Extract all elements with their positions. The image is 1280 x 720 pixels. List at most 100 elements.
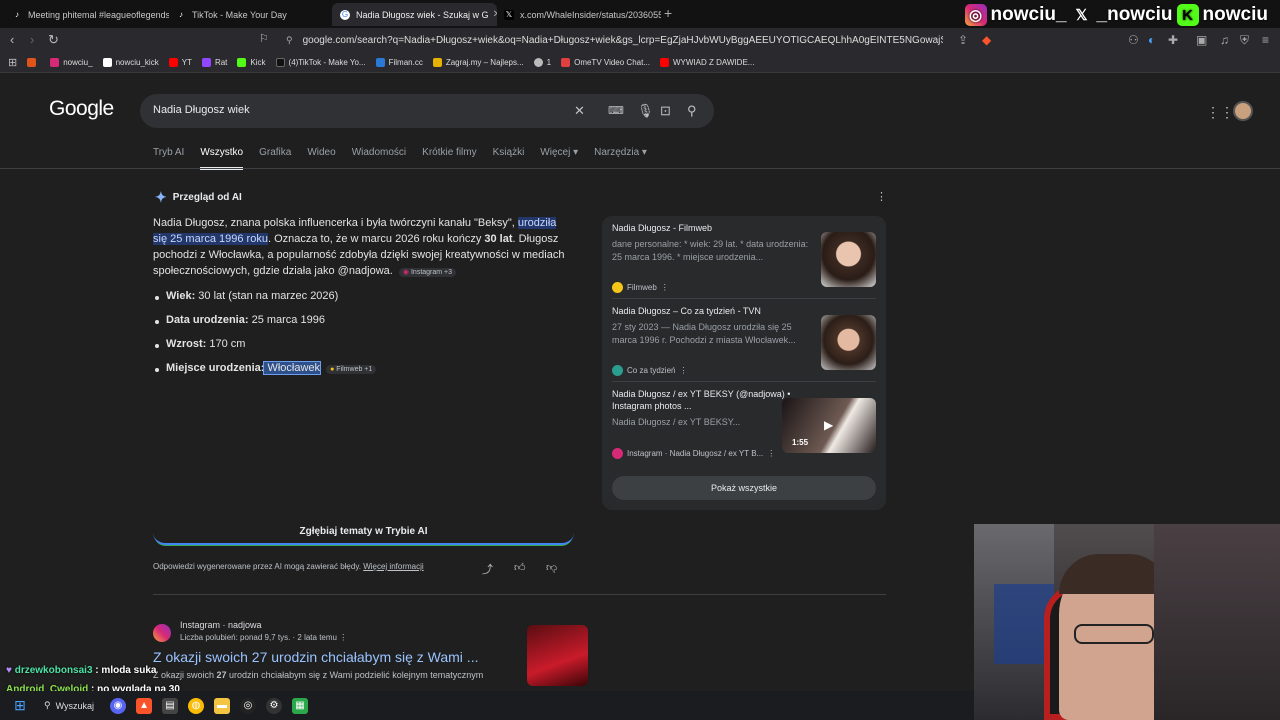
sidebar-icon[interactable]: ▣	[1196, 33, 1207, 47]
site-info-icon[interactable]: ⚲	[286, 35, 293, 46]
bookmark-item[interactable]: Filman.cc	[375, 58, 423, 67]
ai-sources-panel: Nadia Długosz - Filmweb dane personalne:…	[602, 216, 886, 510]
result-site[interactable]: Instagram · nadjowa	[180, 620, 262, 630]
avatar[interactable]	[1233, 101, 1253, 121]
source-chip[interactable]: ● Filmweb +1	[326, 365, 377, 374]
tiktok-icon: ♪	[12, 9, 22, 20]
result-thumbnail[interactable]	[527, 625, 588, 686]
audio-icon[interactable]: ◐	[1148, 33, 1155, 47]
obs-icon[interactable]: ◎	[240, 697, 257, 714]
new-tab-button[interactable]: +	[664, 5, 672, 21]
search-box[interactable]: Nadia Długosz wiek ✕ ⌨ 🎙 ⊡ ⚲	[140, 94, 714, 128]
more-options-icon[interactable]: ⋮	[661, 283, 669, 292]
bookmark-item[interactable]: Kick	[237, 58, 266, 67]
tab-3[interactable]: G Nadia Długosz wiek - Szukaj w G ✕	[332, 3, 497, 26]
thumbnail	[821, 232, 876, 287]
tab-title: Nadia Długosz wiek - Szukaj w G	[356, 9, 489, 20]
x-handle: _nowciu	[1096, 4, 1173, 25]
search-icon: ⚲	[44, 700, 51, 710]
shield-icon[interactable]: ⛨	[1240, 33, 1249, 48]
search-icon[interactable]: ⚲	[687, 103, 697, 119]
filter-images[interactable]: Grafika	[259, 147, 291, 170]
more-options-icon[interactable]: ⋮	[876, 190, 887, 203]
bookmark-item[interactable]: nowciu_	[50, 58, 93, 67]
forward-icon[interactable]: ›	[30, 32, 34, 47]
share-icon[interactable]: ⇪	[958, 33, 968, 47]
apps-icon[interactable]: ⊞	[8, 56, 17, 69]
source-card[interactable]: Nadia Długosz - Filmweb dane personalne:…	[612, 222, 876, 297]
reload-icon[interactable]: ↻	[48, 32, 59, 48]
bookmark-item[interactable]: 1	[533, 58, 551, 67]
url-text: google.com/search?q=Nadia+Długosz+wiek&o…	[302, 35, 943, 46]
bookmark-item[interactable]: YT	[168, 58, 192, 67]
brave-shield-icon[interactable]: ◆	[982, 33, 991, 47]
thumbs-down-icon[interactable]: 👎︎	[546, 561, 557, 574]
search-input[interactable]: Nadia Długosz wiek	[153, 104, 250, 116]
filter-books[interactable]: Książki	[493, 147, 525, 170]
filter-video[interactable]: Wideo	[307, 147, 335, 170]
bookmark-item[interactable]: Rat	[201, 58, 227, 67]
app-icon[interactable]: ▦	[292, 697, 309, 714]
divider	[0, 168, 1280, 169]
bookmark-item[interactable]	[27, 58, 40, 67]
filter-all[interactable]: Wszystko	[200, 147, 244, 170]
discord-icon[interactable]: ◉	[110, 697, 127, 714]
filter-more[interactable]: Więcej ▾	[540, 147, 578, 170]
play-icon[interactable]: ▶	[824, 418, 833, 432]
music-icon[interactable]: ♫	[1220, 33, 1229, 47]
filter-ai-mode[interactable]: Tryb AI	[153, 147, 184, 170]
more-options-icon[interactable]: ⋮	[339, 633, 347, 642]
google-apps-icon[interactable]: ⋮⋮	[1206, 104, 1234, 121]
tab-4[interactable]: 𝕏 x.com/WhaleInsider/status/2036055	[496, 3, 661, 26]
back-icon[interactable]: ‹	[10, 32, 14, 47]
chrome-icon[interactable]: ◍	[188, 697, 205, 714]
social-overlay: ◎ nowciu_ 𝕏 _nowciu K nowciu	[964, 4, 1268, 26]
tab-1[interactable]: ♪ Meeting phitemal #leagueoflegends ✕	[4, 3, 169, 26]
taskbar: ⊞ ⚲ Wyszukaj ◉ ▲ ▤ ◍ ▬ ◎ ⚙ ▦	[0, 691, 974, 720]
video-thumbnail[interactable]: ▶ 1:55	[782, 398, 876, 453]
bookmark-item[interactable]: WYWIAD Z DAWIDE...	[659, 58, 754, 67]
show-all-button[interactable]: Pokaż wszystkie	[612, 476, 876, 500]
list-item: Data urodzenia: 25 marca 1996	[155, 314, 586, 338]
thumbs-up-icon[interactable]: 👍︎	[514, 561, 526, 574]
address-bar[interactable]: ⚲ google.com/search?q=Nadia+Długosz+wiek…	[276, 30, 976, 51]
more-options-icon[interactable]: ⋮	[679, 366, 687, 375]
bookmark-item[interactable]: (4)TikTok - Make Yo...	[275, 58, 366, 67]
result-title[interactable]: Z okazji swoich 27 urodzin chciałabym si…	[153, 649, 478, 665]
learn-more-link[interactable]: Więcej informacji	[363, 562, 423, 571]
extension-icon[interactable]: ⚇	[1128, 33, 1139, 47]
lens-icon[interactable]: ⊡	[660, 103, 671, 119]
bookmark-item[interactable]: OmeTV Video Chat...	[561, 58, 650, 67]
navigation-bar: ‹ › ↻ ⚐ ⚲ google.com/search?q=Nadia+Dług…	[0, 28, 1280, 53]
menu-icon[interactable]: ≡	[1262, 33, 1269, 47]
windows-start-icon[interactable]: ⊞	[12, 697, 28, 714]
puzzle-icon[interactable]: ✚	[1168, 33, 1178, 47]
folder-icon[interactable]: ▬	[214, 697, 231, 714]
filter-news[interactable]: Wiadomości	[352, 147, 406, 170]
instagram-icon: ◎	[964, 4, 987, 26]
tab-2[interactable]: ♪ TikTok - Make Your Day	[168, 3, 333, 26]
google-logo[interactable]: Google	[49, 97, 114, 121]
source-chip[interactable]: ◉ Instagram +3	[398, 268, 457, 277]
steam-icon[interactable]: ⚙	[266, 697, 283, 714]
ai-facts-list: Wiek: 30 lat (stan na marzec 2026) Data …	[155, 290, 586, 386]
bookmark-item[interactable]: Zagraj.my – Najleps...	[432, 58, 524, 67]
bookmark-icon[interactable]: ⚐	[259, 32, 269, 45]
more-options-icon[interactable]: ⋮	[767, 449, 775, 458]
kick-icon: K	[1176, 4, 1199, 26]
clear-icon[interactable]: ✕	[574, 103, 585, 119]
bookmark-item[interactable]: nowciu_kick	[102, 58, 159, 67]
filter-tools[interactable]: Narzędzia ▾	[594, 147, 647, 170]
source-card[interactable]: Nadia Długosz – Co za tydzień - TVN 27 s…	[612, 305, 876, 380]
app-icon[interactable]: ▤	[162, 697, 179, 714]
taskbar-search[interactable]: ⚲ Wyszukaj	[38, 700, 100, 711]
share-icon[interactable]: ⤴	[482, 561, 493, 577]
ai-overview-text: Nadia Długosz, znana polska influencerka…	[153, 217, 565, 277]
filter-short-videos[interactable]: Krótkie filmy	[422, 147, 476, 170]
source-card[interactable]: Nadia Długosz / ex YT BEKSY (@nadjowa) •…	[612, 388, 876, 463]
ai-mode-button[interactable]: Zgłębiaj tematy w Trybie AI	[153, 520, 574, 545]
microphone-icon[interactable]: 🎙	[637, 103, 654, 119]
divider	[153, 594, 886, 595]
brave-icon[interactable]: ▲	[136, 697, 153, 714]
keyboard-icon[interactable]: ⌨	[608, 104, 624, 117]
